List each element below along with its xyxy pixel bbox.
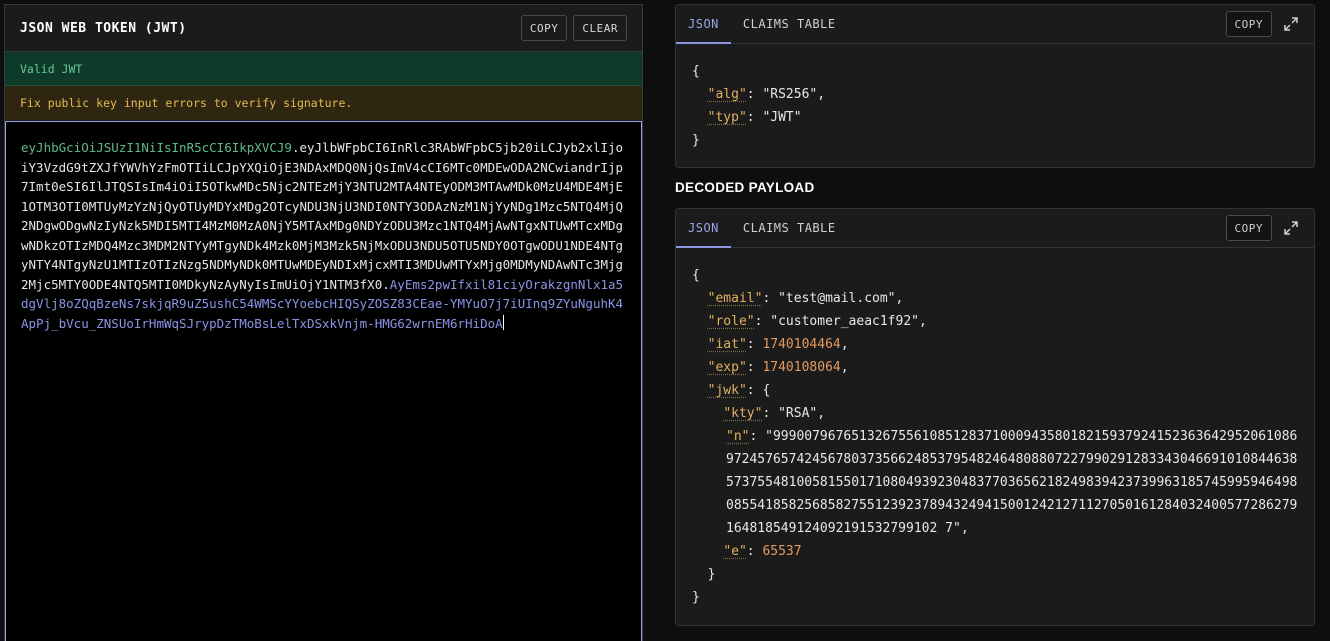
- payload-tabs: JSON CLAIMS TABLE: [676, 209, 848, 248]
- clear-token-button[interactable]: CLEAR: [573, 15, 627, 41]
- json-key-iat: "iat": [707, 337, 747, 352]
- json-line-alg: "alg": "RS256",: [707, 87, 826, 102]
- decoded-payload-title: DECODED PAYLOAD: [675, 180, 815, 195]
- json-key-jwk: "jwk": [707, 383, 747, 398]
- jwt-token-input[interactable]: eyJhbGciOiJSUzI1NiIsInR5cCI6IkpXVCJ9.eyJ…: [5, 121, 642, 641]
- token-payload-segment: eyJlbWFpbCI6InRlc3RAbWFpbC5jb20iLCJyb2xl…: [21, 140, 624, 292]
- text-cursor: [502, 314, 504, 330]
- header-json-view: { "alg": "RS256", "typ": "JWT" }: [676, 44, 1314, 152]
- expand-icon[interactable]: [1282, 15, 1300, 33]
- copy-payload-button[interactable]: COPY: [1225, 215, 1272, 241]
- copy-token-button[interactable]: COPY: [520, 15, 568, 41]
- json-key-exp: "exp": [707, 360, 747, 375]
- decoded-payload-card: JSON CLAIMS TABLE COPY { "email": "test@…: [675, 208, 1315, 626]
- json-line-n: "n": "9990079676513267556108512837100094…: [726, 429, 1298, 536]
- header-card-toolbar: JSON CLAIMS TABLE COPY: [676, 5, 1314, 44]
- jwt-panel-actions: COPY CLEAR: [520, 15, 627, 41]
- json-line-e: "e": 65537: [723, 544, 802, 559]
- payload-json-view: { "email": "test@mail.com", "role": "cus…: [676, 248, 1314, 609]
- json-key-role: "role": [707, 314, 755, 329]
- json-value-typ: "JWT": [762, 110, 802, 125]
- copy-header-button[interactable]: COPY: [1225, 11, 1272, 37]
- json-key-e: "e": [723, 544, 747, 559]
- token-separator: .: [382, 276, 390, 292]
- json-open-brace: {: [692, 268, 700, 283]
- json-close-brace-inner: }: [692, 567, 716, 582]
- json-key-email: "email": [707, 291, 763, 306]
- tab-payload-claims-table[interactable]: CLAIMS TABLE: [731, 209, 848, 247]
- json-line-typ: "typ": "JWT": [707, 110, 802, 125]
- json-value-email: "test@mail.com": [778, 291, 896, 306]
- decoded-header-card: JSON CLAIMS TABLE COPY { "alg": "RS256",…: [675, 4, 1315, 168]
- payload-card-actions: COPY: [1225, 209, 1315, 247]
- json-key-typ: "typ": [707, 110, 747, 125]
- header-card-actions: COPY: [1225, 5, 1315, 43]
- json-close-brace: }: [692, 133, 700, 148]
- json-value-alg: "RS256": [762, 87, 818, 102]
- json-open-brace: {: [692, 64, 700, 79]
- json-line-email: "email": "test@mail.com",: [707, 291, 904, 306]
- token-header-segment: eyJhbGciOiJSUzI1NiIsInR5cCI6IkpXVCJ9: [21, 140, 292, 155]
- jwt-panel-title: JSON WEB TOKEN (JWT): [20, 20, 187, 36]
- jwt-input-panel: JSON WEB TOKEN (JWT) COPY CLEAR Valid JW…: [4, 4, 643, 641]
- json-key-kty: "kty": [723, 406, 763, 421]
- payload-card-toolbar: JSON CLAIMS TABLE COPY: [676, 209, 1314, 248]
- json-value-exp: 1740108064: [762, 360, 841, 375]
- json-value-n: "999007967651326755610851283710009435801…: [726, 429, 1298, 536]
- json-line-jwk: "jwk": {: [707, 383, 771, 398]
- expand-icon[interactable]: [1282, 219, 1300, 237]
- jwt-panel-header: JSON WEB TOKEN (JWT) COPY CLEAR: [5, 5, 642, 52]
- json-value-e: 65537: [762, 544, 802, 559]
- json-line-kty: "kty": "RSA",: [723, 406, 826, 421]
- json-value-iat: 1740104464: [762, 337, 841, 352]
- json-value-role: "customer_aeac1f92": [770, 314, 919, 329]
- valid-jwt-status: Valid JWT: [5, 52, 642, 86]
- signature-warning: Fix public key input errors to verify si…: [5, 86, 642, 120]
- json-line-iat: "iat": 1740104464,: [707, 337, 849, 352]
- json-close-brace: }: [692, 590, 700, 605]
- json-line-role: "role": "customer_aeac1f92",: [707, 314, 927, 329]
- json-key-alg: "alg": [707, 87, 747, 102]
- json-line-exp: "exp": 1740108064,: [707, 360, 849, 375]
- json-key-n: "n": [726, 429, 750, 444]
- tab-header-json[interactable]: JSON: [676, 5, 731, 44]
- tab-header-claims-table[interactable]: CLAIMS TABLE: [731, 5, 848, 43]
- json-value-kty: "RSA": [778, 406, 818, 421]
- header-tabs: JSON CLAIMS TABLE: [676, 5, 848, 44]
- tab-payload-json[interactable]: JSON: [676, 209, 731, 248]
